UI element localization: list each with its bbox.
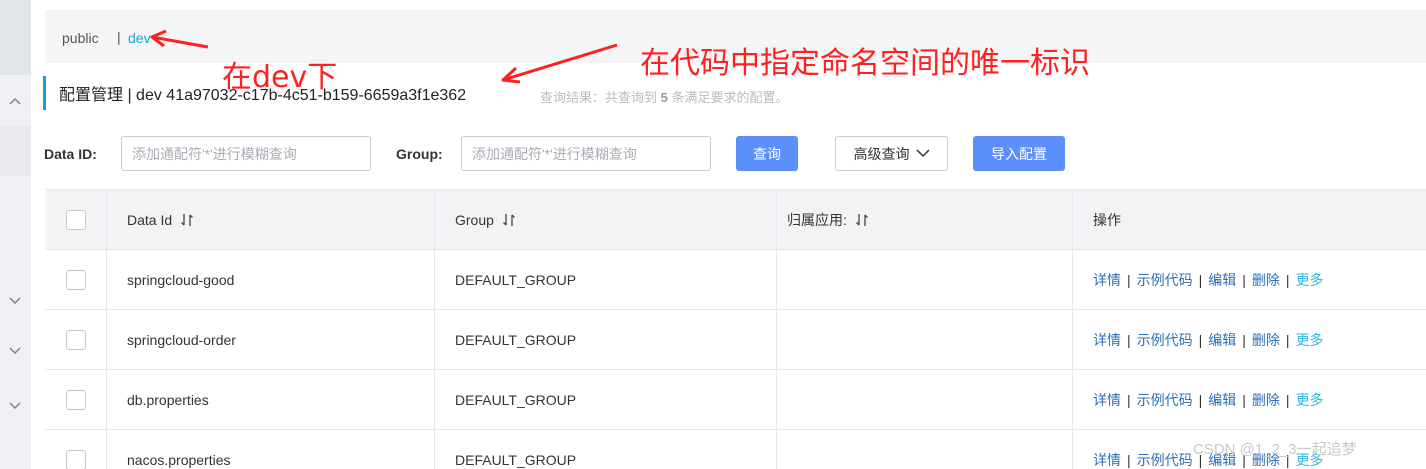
delete-link[interactable]: 删除 bbox=[1252, 330, 1280, 350]
advanced-search-label: 高级查询 bbox=[853, 145, 910, 162]
column-header-app: 归属应用: bbox=[787, 211, 847, 228]
edit-link[interactable]: 编辑 bbox=[1208, 390, 1236, 410]
more-link[interactable]: 更多 bbox=[1296, 330, 1324, 350]
namespace-separator: | bbox=[117, 29, 121, 45]
cell-actions: 详情 | 示例代码 | 编辑 | 删除 | 更多 bbox=[1093, 330, 1324, 350]
group-label: Group: bbox=[396, 146, 443, 162]
detail-link[interactable]: 详情 bbox=[1093, 330, 1121, 350]
query-result-text: 查询结果：共查询到 5 条满足要求的配置。 bbox=[540, 90, 789, 105]
data-id-label: Data ID: bbox=[44, 146, 97, 162]
row-checkbox[interactable] bbox=[65, 389, 86, 410]
advanced-search-button[interactable]: 高级查询 bbox=[835, 136, 948, 171]
watermark: CSDN @1_2_3一起追梦 bbox=[1193, 441, 1357, 458]
detail-link[interactable]: 详情 bbox=[1093, 390, 1121, 410]
namespace-dev[interactable]: dev bbox=[128, 30, 151, 46]
config-table: Data Id Group 归属应用: 操作 springcloud-good … bbox=[45, 189, 1426, 469]
column-header-data-id: Data Id bbox=[127, 211, 173, 228]
cell-actions: 详情 | 示例代码 | 编辑 | 删除 | 更多 bbox=[1093, 390, 1324, 410]
column-header-group: Group bbox=[455, 211, 494, 228]
sort-icon[interactable] bbox=[855, 213, 869, 227]
group-input[interactable] bbox=[461, 136, 711, 171]
annotation-right: 在代码中指定命名空间的唯一标识 bbox=[640, 46, 1090, 81]
detail-link[interactable]: 详情 bbox=[1093, 270, 1121, 290]
cell-data-id: nacos.properties bbox=[107, 430, 435, 469]
column-header-actions: 操作 bbox=[1093, 211, 1121, 228]
sort-icon[interactable] bbox=[502, 213, 516, 227]
table-row: springcloud-good DEFAULT_GROUP 详情 | 示例代码 | 编… bbox=[45, 250, 1426, 310]
edit-link[interactable]: 编辑 bbox=[1208, 330, 1236, 350]
cell-data-id: db.properties bbox=[107, 370, 435, 429]
row-checkbox[interactable] bbox=[65, 449, 86, 469]
sample-code-link[interactable]: 示例代码 bbox=[1137, 330, 1193, 350]
query-count: 5 bbox=[660, 90, 668, 105]
cell-app bbox=[777, 310, 1073, 369]
cell-actions: 详情 | 示例代码 | 编辑 | 删除 | 更多 bbox=[1093, 270, 1324, 290]
row-checkbox[interactable] bbox=[65, 269, 86, 290]
namespace-public[interactable]: public bbox=[62, 30, 99, 46]
sidebar-block-top bbox=[0, 0, 31, 75]
chevron-down-icon bbox=[915, 149, 930, 158]
cell-group: DEFAULT_GROUP bbox=[435, 310, 777, 369]
data-id-input[interactable] bbox=[121, 136, 371, 171]
sample-code-link[interactable]: 示例代码 bbox=[1137, 390, 1193, 410]
detail-link[interactable]: 详情 bbox=[1093, 450, 1121, 469]
sample-code-link[interactable]: 示例代码 bbox=[1137, 270, 1193, 290]
row-checkbox[interactable] bbox=[65, 329, 86, 350]
more-link[interactable]: 更多 bbox=[1296, 270, 1324, 290]
chevron-down-icon[interactable] bbox=[8, 296, 22, 306]
cell-group: DEFAULT_GROUP bbox=[435, 250, 777, 309]
sidebar bbox=[0, 0, 31, 469]
edit-link[interactable]: 编辑 bbox=[1208, 270, 1236, 290]
chevron-down-icon[interactable] bbox=[8, 346, 22, 356]
cell-data-id: springcloud-good bbox=[107, 250, 435, 309]
cell-group: DEFAULT_GROUP bbox=[435, 370, 777, 429]
chevron-down-icon[interactable] bbox=[8, 401, 22, 411]
cell-app bbox=[777, 430, 1073, 469]
search-button[interactable]: 查询 bbox=[736, 136, 798, 171]
delete-link[interactable]: 删除 bbox=[1252, 390, 1280, 410]
cell-group: DEFAULT_GROUP bbox=[435, 430, 777, 469]
table-row: springcloud-order DEFAULT_GROUP 详情 | 示例代码 |… bbox=[45, 310, 1426, 370]
delete-link[interactable]: 删除 bbox=[1252, 270, 1280, 290]
sample-code-link[interactable]: 示例代码 bbox=[1137, 450, 1193, 469]
cell-app bbox=[777, 370, 1073, 429]
cell-app bbox=[777, 250, 1073, 309]
sort-icon[interactable] bbox=[180, 213, 194, 227]
more-link[interactable]: 更多 bbox=[1296, 390, 1324, 410]
annotation-left: 在dev下 bbox=[222, 60, 338, 95]
table-row: db.properties DEFAULT_GROUP 详情 | 示例代码 | 编辑 | 删… bbox=[45, 370, 1426, 430]
cell-data-id: springcloud-order bbox=[107, 310, 435, 369]
sidebar-block-mid bbox=[0, 126, 31, 176]
select-all-checkbox[interactable] bbox=[65, 209, 86, 230]
table-header: Data Id Group 归属应用: 操作 bbox=[45, 190, 1426, 250]
import-config-button[interactable]: 导入配置 bbox=[973, 136, 1065, 171]
chevron-up-icon[interactable] bbox=[8, 96, 22, 106]
